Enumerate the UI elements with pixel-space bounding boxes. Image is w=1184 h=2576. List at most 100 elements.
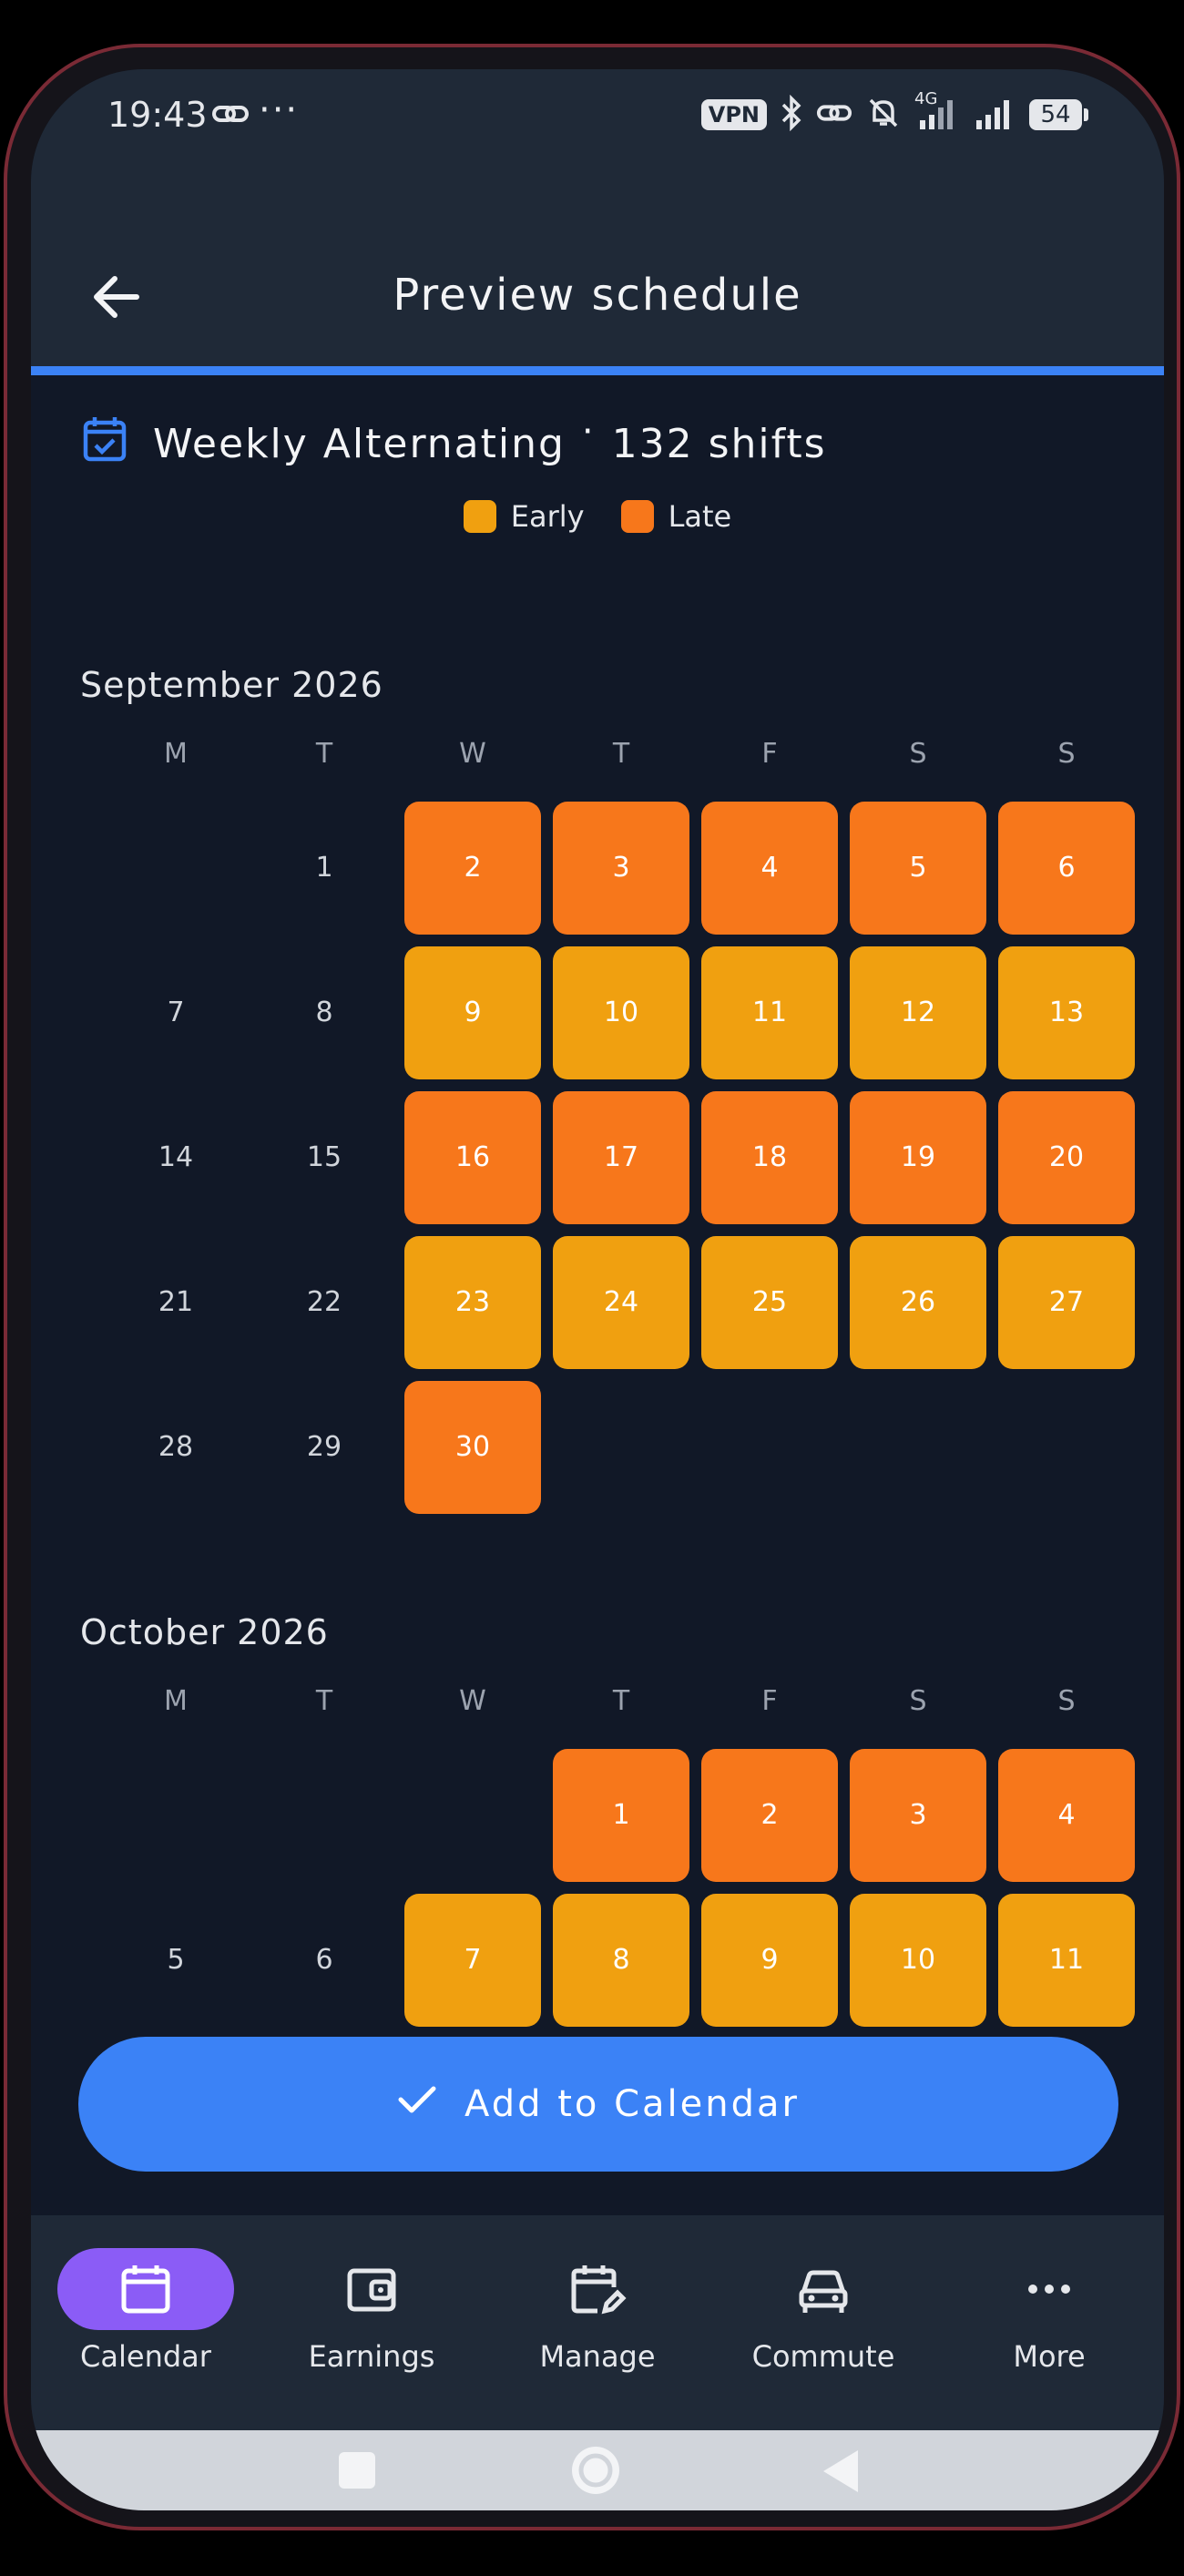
weekday-header: T: [315, 1685, 333, 1717]
add-to-calendar-label: Add to Calendar: [464, 2083, 800, 2125]
shift-day-early[interactable]: 11: [701, 946, 838, 1079]
shift-day-early[interactable]: 23: [404, 1236, 541, 1369]
shift-day-late[interactable]: 17: [553, 1091, 689, 1224]
calendar-day[interactable]: 15: [256, 1091, 393, 1224]
calendar-day[interactable]: 29: [256, 1381, 393, 1514]
weekday-header: T: [612, 738, 630, 770]
shift-day-late[interactable]: 20: [998, 1091, 1135, 1224]
weekday-header: T: [612, 1685, 630, 1717]
legend-item-early: Early: [463, 499, 585, 534]
nav-item-earnings[interactable]: Earnings: [271, 2248, 472, 2374]
weekday-header: M: [164, 1685, 188, 1717]
shift-day-late[interactable]: 18: [701, 1091, 838, 1224]
nav-label: Manage: [539, 2339, 656, 2374]
calendar-day[interactable]: 5: [107, 1894, 244, 2027]
pattern-name: Weekly Alternating: [153, 421, 566, 467]
weekday-header: S: [909, 738, 927, 770]
calendar-icon: [57, 2248, 234, 2330]
shift-day-early[interactable]: 8: [553, 1894, 689, 2027]
nav-item-calendar[interactable]: Calendar: [46, 2248, 246, 2374]
shift-day-late[interactable]: 4: [998, 1749, 1135, 1882]
link-icon: [816, 99, 852, 130]
weekday-header: F: [761, 738, 778, 770]
shift-day-early[interactable]: 27: [998, 1236, 1135, 1369]
calendar-day[interactable]: 6: [256, 1894, 393, 2027]
weekday-header: W: [459, 738, 486, 770]
shift-day-late[interactable]: 3: [850, 1749, 986, 1882]
weekday-header: M: [164, 738, 188, 770]
network-type-label: 4G: [914, 89, 938, 108]
shift-day-late[interactable]: 30: [404, 1381, 541, 1514]
top-app-bar: 19:43 ··· VPN 4G 54 Preview schedule: [31, 69, 1164, 366]
add-to-calendar-button[interactable]: Add to Calendar: [78, 2037, 1118, 2172]
legend-swatch-early: [463, 500, 496, 533]
system-navigation-bar: [31, 2430, 1164, 2510]
link-icon: [211, 100, 250, 131]
separator: ·: [581, 410, 596, 453]
page-title: Preview schedule: [393, 270, 802, 321]
nav-item-commute[interactable]: Commute: [723, 2248, 924, 2374]
calendar-day[interactable]: 28: [107, 1381, 244, 1514]
shift-day-late[interactable]: 1: [553, 1749, 689, 1882]
shift-day-early[interactable]: 9: [404, 946, 541, 1079]
nav-item-manage[interactable]: Manage: [497, 2248, 698, 2374]
home-button[interactable]: [568, 2443, 623, 2501]
shift-day-late[interactable]: 2: [404, 802, 541, 935]
nav-label: Commute: [751, 2339, 895, 2374]
bottom-navigation: Calendar Earnings Manage Commute More: [31, 2215, 1164, 2430]
calendar-day[interactable]: 1: [256, 802, 393, 935]
shift-day-early[interactable]: 10: [553, 946, 689, 1079]
progress-bar: [31, 366, 1164, 375]
status-icons: VPN 4G 54: [700, 89, 1088, 135]
legend: Early Late: [31, 499, 1164, 534]
shift-day-late[interactable]: 5: [850, 802, 986, 935]
back-nav-button[interactable]: [820, 2448, 860, 2498]
bluetooth-icon: [780, 94, 803, 135]
calendar-day[interactable]: 8: [256, 946, 393, 1079]
legend-item-late: Late: [620, 499, 731, 534]
weekday-header: S: [1057, 738, 1076, 770]
wallet-icon: [271, 2248, 472, 2330]
calendar-scroll-area[interactable]: September 2026 M T W T F S S 1 2 3 4 5 6 7 8 9 10 11 12 13 14…: [31, 616, 1164, 2037]
shift-day-early[interactable]: 26: [850, 1236, 986, 1369]
bell-off-icon: [865, 95, 902, 135]
shift-day-early[interactable]: 7: [404, 1894, 541, 2027]
shift-day-early[interactable]: 10: [850, 1894, 986, 2027]
calendar-day[interactable]: 14: [107, 1091, 244, 1224]
shift-day-late[interactable]: 4: [701, 802, 838, 935]
shift-day-early[interactable]: 13: [998, 946, 1135, 1079]
more-status-icon: ···: [259, 89, 300, 131]
shift-day-early[interactable]: 11: [998, 1894, 1135, 2027]
shift-day-late[interactable]: 16: [404, 1091, 541, 1224]
shift-day-early[interactable]: 12: [850, 946, 986, 1079]
recents-button[interactable]: [337, 2450, 377, 2494]
nav-label: More: [1013, 2339, 1086, 2374]
shift-day-late[interactable]: 19: [850, 1091, 986, 1224]
legend-label-early: Early: [510, 499, 585, 534]
calendar-day[interactable]: 7: [107, 946, 244, 1079]
status-bar: 19:43 ··· VPN 4G 54: [31, 69, 1164, 215]
calendar-edit-icon: [497, 2248, 698, 2330]
legend-swatch-late: [620, 500, 654, 533]
phone-frame: 19:43 ··· VPN 4G 54 Preview schedule Wee…: [4, 44, 1180, 2530]
shift-day-late[interactable]: 2: [701, 1749, 838, 1882]
schedule-summary: Weekly Alternating · 132 shifts: [82, 411, 827, 473]
check-icon: [397, 2081, 437, 2127]
signal-icon: [975, 95, 1016, 135]
calendar-day[interactable]: 21: [107, 1236, 244, 1369]
shift-day-late[interactable]: 3: [553, 802, 689, 935]
shift-day-early[interactable]: 9: [701, 1894, 838, 2027]
calendar-day[interactable]: 22: [256, 1236, 393, 1369]
shift-day-early[interactable]: 25: [701, 1236, 838, 1369]
shift-day-late[interactable]: 6: [998, 802, 1135, 935]
month-title: September 2026: [80, 665, 383, 705]
signal-4g-icon: 4G: [914, 89, 962, 135]
weekday-header: S: [909, 1685, 927, 1717]
weekday-header: S: [1057, 1685, 1076, 1717]
more-icon: [949, 2248, 1149, 2330]
shift-day-early[interactable]: 24: [553, 1236, 689, 1369]
nav-item-more[interactable]: More: [949, 2248, 1149, 2374]
shift-count: 132 shifts: [611, 421, 827, 467]
month-title: October 2026: [80, 1612, 329, 1652]
nav-label: Earnings: [308, 2339, 435, 2374]
